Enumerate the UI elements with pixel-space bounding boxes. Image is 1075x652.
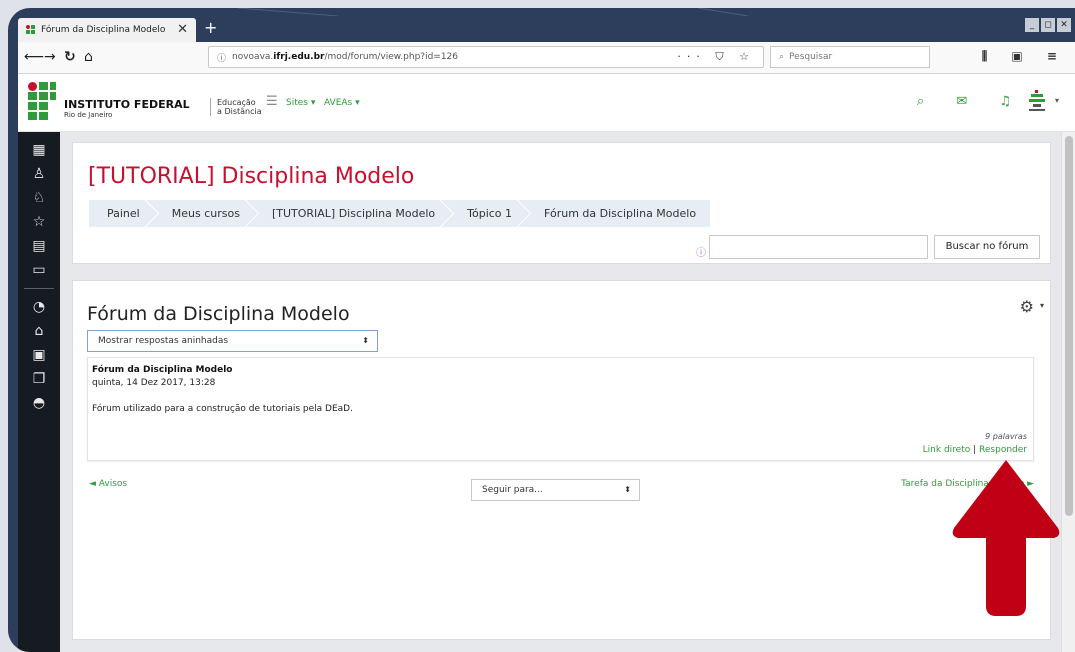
ead-label: Educação a Distância — [210, 98, 262, 116]
minimize-icon[interactable]: _ — [1025, 18, 1039, 32]
link-separator: | — [973, 445, 977, 455]
page-content: [TUTORIAL] Disciplina Modelo Painel Meus… — [60, 132, 1061, 652]
gear-icon[interactable]: ⚙ — [1020, 297, 1034, 316]
url-bar[interactable]: ⓘ novoava. ifrj.edu.br/mod/forum/view.php… — [208, 46, 764, 68]
search-placeholder: Pesquisar — [789, 52, 833, 62]
window-controls: _ ◻ ✕ — [1025, 18, 1071, 32]
help-icon[interactable]: ⓘ — [696, 244, 706, 259]
folder-icon[interactable]: ▭ — [18, 258, 60, 282]
tab-title: Fórum da Disciplina Modelo — [41, 25, 166, 35]
breadcrumb-item[interactable]: Painel — [89, 200, 154, 227]
url-path: /mod/forum/view.php?id=126 — [324, 52, 459, 62]
jump-to-value: Seguir para... — [482, 485, 543, 495]
chevron-down-icon[interactable]: ▾ — [1040, 301, 1044, 310]
select-arrows-icon: ⬍ — [362, 336, 369, 345]
menu-icon[interactable]: ☰ — [266, 94, 278, 109]
link-direct[interactable]: Link direto — [923, 445, 971, 455]
new-tab-button[interactable]: + — [204, 18, 217, 37]
breadcrumb: Painel Meus cursos [TUTORIAL] Disciplina… — [89, 200, 711, 227]
select-arrows-icon: ⬍ — [624, 485, 631, 494]
back-icon[interactable]: ⟵ — [24, 49, 44, 65]
course-header-card: [TUTORIAL] Disciplina Modelo Painel Meus… — [72, 142, 1051, 264]
courses-icon[interactable]: ◓ — [18, 391, 60, 415]
post-subject: Fórum da Disciplina Modelo — [92, 365, 233, 375]
maximize-icon[interactable]: ◻ — [1041, 18, 1055, 32]
info-icon: ⓘ — [217, 53, 227, 64]
users-icon[interactable]: ♙ — [18, 162, 60, 186]
reply-link[interactable]: Responder — [979, 445, 1027, 455]
user-avatar[interactable] — [1027, 90, 1047, 112]
forum-post: Fórum da Disciplina Modelo quinta, 14 De… — [87, 357, 1034, 461]
browser-titlebar: Fórum da Disciplina Modelo ✕ + _ ◻ ✕ — [18, 16, 1075, 42]
breadcrumb-item[interactable]: Tópico 1 — [449, 200, 526, 227]
browser-navbar: ⟵ → ↻ ⌂ ⓘ novoava. ifrj.edu.br/mod/forum/… — [18, 42, 1075, 74]
files-icon[interactable]: ❐ — [18, 367, 60, 391]
browser-tab[interactable]: Fórum da Disciplina Modelo ✕ — [18, 18, 196, 42]
url-prefix: novoava. — [232, 52, 274, 62]
library-menu-icons[interactable]: ⫼ ▣ ≡ — [982, 49, 1067, 64]
home-icon[interactable]: ⌂ — [84, 49, 93, 65]
reload-icon[interactable]: ↻ — [64, 49, 76, 65]
display-mode-select[interactable]: Mostrar respostas aninhadas ⬍ — [87, 330, 378, 352]
favicon-icon — [26, 25, 36, 35]
institute-name: INSTITUTO FEDERAL — [64, 98, 190, 111]
ifrj-logo[interactable] — [28, 82, 62, 122]
institute-sub: Rio de Janeiro — [64, 111, 113, 119]
post-date: quinta, 14 Dez 2017, 13:28 — [92, 378, 216, 388]
screenshot-frame: Fórum da Disciplina Modelo ✕ + _ ◻ ✕ ⟵ →… — [8, 8, 1075, 652]
post-word-count: 9 palavras — [985, 432, 1027, 441]
gauge-icon[interactable]: ◔ — [18, 295, 60, 319]
forum-card: Fórum da Disciplina Modelo ⚙ ▾ Mostrar r… — [72, 280, 1051, 640]
forum-search-input[interactable] — [709, 235, 928, 259]
competencies-icon[interactable]: ☆ — [18, 210, 60, 234]
breadcrumb-item[interactable]: Meus cursos — [154, 200, 254, 227]
page-title: [TUTORIAL] Disciplina Modelo — [88, 164, 415, 189]
dashboard-icon[interactable]: ▦ — [18, 138, 60, 162]
forum-title: Fórum da Disciplina Modelo — [87, 303, 350, 325]
forum-search-button[interactable]: Buscar no fórum — [934, 235, 1040, 259]
search-icon: ⌕ — [779, 52, 785, 62]
tab-close-icon[interactable]: ✕ — [177, 22, 188, 37]
prev-activity-link[interactable]: ◄ Avisos — [89, 479, 127, 489]
ead-line1: Educação — [217, 98, 256, 107]
breadcrumb-item[interactable]: [TUTORIAL] Disciplina Modelo — [254, 200, 449, 227]
browser-search-input[interactable]: ⌕ Pesquisar — [770, 46, 930, 68]
site-header: INSTITUTO FEDERAL Rio de Janeiro Educaçã… — [18, 74, 1075, 132]
post-message: Fórum utilizado para a construção de tut… — [92, 404, 353, 414]
grades-icon[interactable]: ▤ — [18, 234, 60, 258]
forward-icon[interactable]: → — [44, 49, 56, 65]
calendar-icon[interactable]: ▣ — [18, 343, 60, 367]
url-domain: ifrj.edu.br — [273, 52, 325, 62]
menu-sites[interactable]: Sites ▾ — [286, 98, 315, 108]
url-actions-icons[interactable]: ··· ⛉ ☆ — [677, 50, 755, 64]
page-scrollbar[interactable] — [1061, 132, 1075, 652]
ead-line2: a Distância — [217, 107, 262, 116]
display-mode-value: Mostrar respostas aninhadas — [98, 336, 229, 346]
chevron-down-icon[interactable]: ▾ — [1055, 96, 1059, 105]
nav-drawer: ▦ ♙ ♘ ☆ ▤ ▭ ◔ ⌂ ▣ ❐ ◓ — [18, 132, 60, 652]
header-action-icons[interactable]: ⌕ ✉ ♫ — [917, 94, 1025, 109]
scrollbar-thumb[interactable] — [1065, 136, 1073, 516]
menu-aveas[interactable]: AVEAs ▾ — [324, 98, 360, 108]
home-icon[interactable]: ⌂ — [18, 319, 60, 343]
drawer-divider — [24, 288, 54, 289]
breadcrumb-item[interactable]: Fórum da Disciplina Modelo — [526, 200, 710, 227]
post-actions: Link direto | Responder — [923, 445, 1027, 455]
next-activity-link[interactable]: Tarefa da Disciplina Modelo ► — [901, 479, 1034, 489]
custom-menu: Sites ▾ AVEAs ▾ — [286, 98, 360, 108]
close-window-icon[interactable]: ✕ — [1057, 18, 1071, 32]
badges-icon[interactable]: ♘ — [18, 186, 60, 210]
jump-to-select[interactable]: Seguir para... ⬍ — [471, 479, 640, 501]
